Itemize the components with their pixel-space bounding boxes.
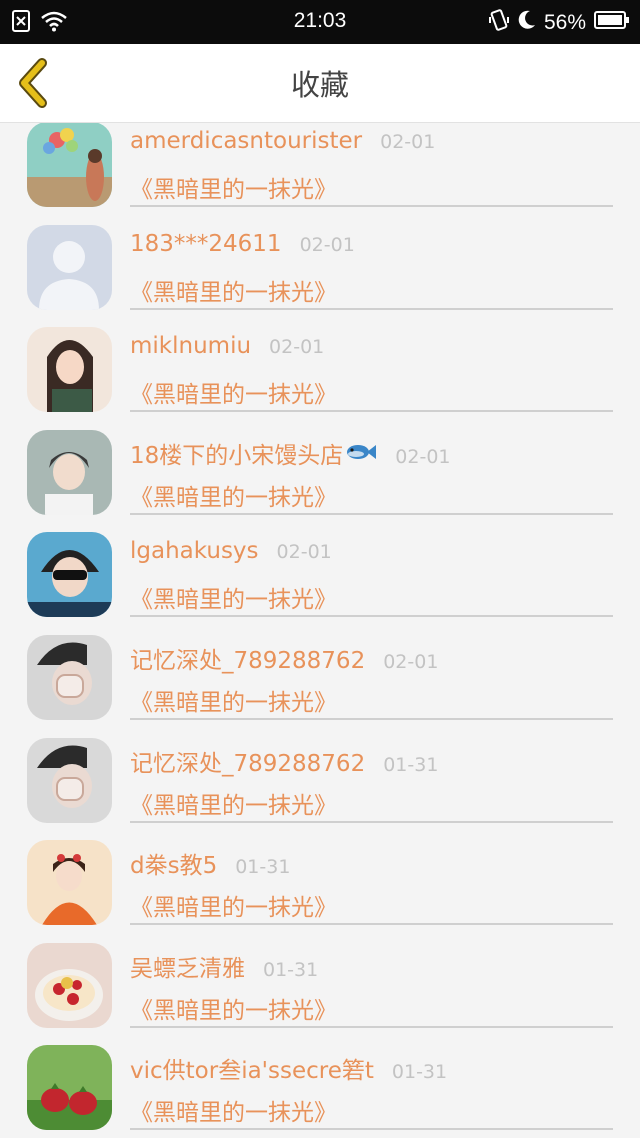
user-name[interactable]: 记忆深处_789288762 — [130, 744, 365, 778]
divider — [130, 923, 613, 926]
divider — [130, 717, 613, 720]
avatar[interactable] — [27, 327, 112, 413]
date-label: 02-01 — [276, 541, 332, 564]
divider — [130, 307, 613, 310]
avatar[interactable] — [27, 532, 112, 618]
book-title[interactable]: 《黑暗里的一抹光》 — [130, 170, 337, 204]
user-name[interactable]: 吴螵乏清雅 — [130, 949, 245, 983]
favorites-list: amerdicasntourister 02-01 《黑暗里的一抹光》 183*… — [0, 123, 640, 1138]
book-title[interactable]: 《黑暗里的一抹光》 — [130, 273, 337, 307]
date-label: 01-31 — [263, 958, 319, 981]
list-item[interactable]: miklnumiu 02-01 《黑暗里的一抹光》 — [0, 327, 640, 431]
date-label: 02-01 — [299, 233, 355, 256]
date-label: 01-31 — [383, 753, 439, 776]
book-title[interactable]: 《黑暗里的一抹光》 — [130, 580, 337, 614]
user-name[interactable]: 183***24611 — [130, 231, 282, 257]
divider — [130, 615, 613, 618]
list-item[interactable]: 记忆深处_789288762 02-01 《黑暗里的一抹光》 — [0, 634, 640, 739]
user-name[interactable]: 18楼下的小宋馒头店 — [130, 436, 343, 470]
book-title[interactable]: 《黑暗里的一抹光》 — [130, 991, 337, 1025]
divider — [130, 205, 613, 207]
list-item[interactable]: 183***24611 02-01 《黑暗里的一抹光》 — [0, 224, 640, 329]
date-label: 02-01 — [380, 131, 436, 153]
divider — [130, 512, 613, 515]
avatar[interactable] — [27, 737, 112, 823]
avatar[interactable] — [27, 429, 112, 515]
book-title[interactable]: 《黑暗里的一抹光》 — [130, 1093, 337, 1127]
divider — [130, 1025, 613, 1028]
user-name[interactable]: amerdicasntourister — [130, 128, 362, 154]
list-item[interactable]: 吴螵乏清雅 01-31 《黑暗里的一抹光》 — [0, 942, 640, 1047]
user-name[interactable]: d桊s教5 — [130, 846, 217, 880]
book-title[interactable]: 《黑暗里的一抹光》 — [130, 478, 337, 512]
book-title[interactable]: 《黑暗里的一抹光》 — [130, 888, 337, 922]
status-bar: 21:03 56% — [0, 0, 640, 44]
moon-icon — [518, 10, 536, 36]
avatar[interactable] — [27, 224, 112, 310]
avatar[interactable] — [27, 123, 112, 207]
list-item[interactable]: lgahakusys 02-01 《黑暗里的一抹光》 — [0, 532, 640, 636]
list-item[interactable]: 18楼下的小宋馒头店 02-01 《黑暗里的一抹光》 — [0, 429, 640, 534]
date-label: 02-01 — [269, 336, 325, 359]
user-name[interactable]: miklnumiu — [130, 333, 251, 359]
list-item[interactable]: 记忆深处_789288762 01-31 《黑暗里的一抹光》 — [0, 737, 640, 842]
list-item[interactable]: vic供tor叁ia'ssecre箬t 01-31 《黑暗里的一抹光》 — [0, 1045, 640, 1138]
divider — [130, 820, 613, 823]
vibrate-icon — [488, 9, 510, 37]
nav-bar: 收藏 — [0, 44, 640, 123]
divider — [130, 1128, 613, 1131]
user-name[interactable]: 记忆深处_789288762 — [130, 641, 365, 675]
list-item[interactable]: d桊s教5 01-31 《黑暗里的一抹光》 — [0, 840, 640, 944]
user-name[interactable]: vic供tor叁ia'ssecre箬t — [130, 1051, 374, 1085]
book-title[interactable]: 《黑暗里的一抹光》 — [130, 786, 337, 820]
avatar[interactable] — [27, 942, 112, 1028]
divider — [130, 410, 613, 413]
date-label: 01-31 — [391, 1061, 448, 1084]
avatar[interactable] — [27, 840, 112, 926]
book-title[interactable]: 《黑暗里的一抹光》 — [130, 375, 337, 409]
battery-percent: 56% — [543, 11, 586, 34]
date-label: 02-01 — [395, 445, 451, 468]
fish-icon — [347, 444, 377, 459]
battery-icon — [594, 10, 630, 36]
book-title[interactable]: 《黑暗里的一抹光》 — [130, 683, 337, 717]
user-name[interactable]: lgahakusys — [130, 538, 259, 564]
avatar[interactable] — [27, 634, 112, 720]
list-item[interactable]: amerdicasntourister 02-01 《黑暗里的一抹光》 — [0, 123, 640, 226]
date-label: 02-01 — [383, 650, 439, 673]
page-title: 收藏 — [290, 68, 349, 102]
date-label: 01-31 — [235, 856, 291, 879]
avatar[interactable] — [27, 1045, 112, 1131]
